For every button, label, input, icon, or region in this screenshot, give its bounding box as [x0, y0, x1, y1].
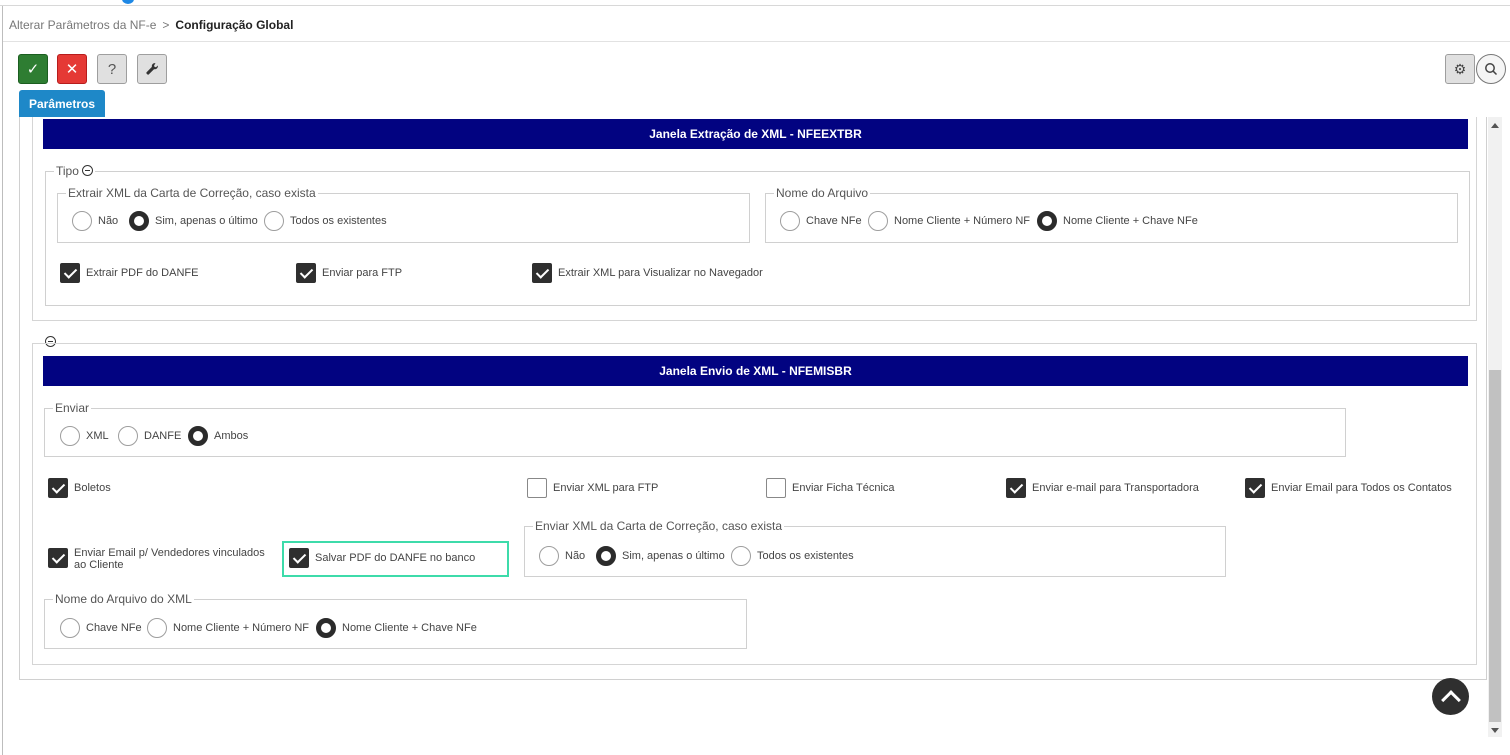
tab-parametros[interactable]: Parâmetros	[19, 90, 105, 117]
breadcrumb-parent[interactable]: Alterar Parâmetros da NF-e	[9, 18, 156, 32]
tipo-legend: Tipo	[56, 164, 79, 178]
radio-circle[interactable]	[731, 546, 751, 566]
search-button[interactable]	[1476, 54, 1506, 84]
question-icon: ?	[107, 60, 117, 78]
checkbox-checked[interactable]	[532, 263, 552, 283]
radio-nome-xml-chave[interactable]: Chave NFe	[60, 618, 142, 638]
check-email-todos-contatos[interactable]: Enviar Email para Todos os Contatos	[1245, 478, 1452, 498]
radio-circle[interactable]	[264, 211, 284, 231]
logo-dot	[122, 0, 134, 4]
radio-enviar-carta-sim[interactable]: Sim, apenas o último	[596, 546, 725, 566]
checkbox-checked[interactable]	[48, 478, 68, 498]
radio-circle-selected[interactable]	[129, 211, 149, 231]
check-enviar-ftp[interactable]: Enviar para FTP	[296, 263, 402, 283]
tools-button[interactable]	[137, 54, 167, 84]
confirm-button[interactable]: ✓	[18, 54, 48, 84]
scroll-down-icon[interactable]	[1491, 728, 1499, 733]
nome-arquivo-legend: Nome do Arquivo	[776, 186, 869, 200]
left-border	[2, 6, 3, 755]
radio-nome-cliente-numero[interactable]: Nome Cliente + Número NF	[868, 211, 1030, 231]
check-enviar-ficha-tecnica[interactable]: Enviar Ficha Técnica	[766, 478, 895, 498]
breadcrumb-separator: >	[162, 18, 170, 32]
check-extrair-pdf[interactable]: Extrair PDF do DANFE	[60, 263, 198, 283]
checkbox-checked[interactable]	[1006, 478, 1026, 498]
close-icon: ✕	[65, 61, 79, 78]
nome-arquivo-xml-legend: Nome do Arquivo do XML	[55, 592, 192, 606]
radio-extrair-carta-todos[interactable]: Todos os existentes	[264, 211, 387, 231]
radio-enviar-ambos[interactable]: Ambos	[188, 426, 248, 446]
cancel-button[interactable]: ✕	[57, 54, 87, 84]
collapse-tipo-icon[interactable]	[81, 165, 93, 176]
radio-circle-selected[interactable]	[596, 546, 616, 566]
radio-nome-xml-cliente-chave[interactable]: Nome Cliente + Chave NFe	[316, 618, 477, 638]
check-email-transportadora[interactable]: Enviar e-mail para Transportadora	[1006, 478, 1199, 498]
radio-circle[interactable]	[868, 211, 888, 231]
checkbox-checked[interactable]	[48, 548, 68, 568]
section-extracao-title: Janela Extração de XML - NFEEXTBR	[43, 119, 1468, 149]
radio-circle[interactable]	[147, 618, 167, 638]
breadcrumb-divider	[3, 41, 1510, 42]
radio-circle-selected[interactable]	[316, 618, 336, 638]
breadcrumb-current: Configuração Global	[175, 18, 294, 32]
scroll-up-icon[interactable]	[1491, 123, 1499, 128]
radio-nome-cliente-chave[interactable]: Nome Cliente + Chave NFe	[1037, 211, 1198, 231]
radio-circle-selected[interactable]	[188, 426, 208, 446]
breadcrumb: Alterar Parâmetros da NF-e > Configuração …	[9, 18, 293, 32]
radio-circle-selected[interactable]	[1037, 211, 1057, 231]
radio-circle[interactable]	[60, 426, 80, 446]
check-boletos[interactable]: Boletos	[48, 478, 111, 498]
radio-circle[interactable]	[72, 211, 92, 231]
section-envio-title: Janela Envio de XML - NFEMISBR	[43, 356, 1468, 386]
radio-extrair-carta-nao[interactable]: Não	[72, 211, 118, 231]
check-icon: ✓	[26, 61, 40, 78]
radio-enviar-danfe[interactable]: DANFE	[118, 426, 181, 446]
radio-enviar-carta-todos[interactable]: Todos os existentes	[731, 546, 854, 566]
checkbox-unchecked[interactable]	[527, 478, 547, 498]
radio-circle[interactable]	[118, 426, 138, 446]
check-email-vendedores[interactable]: Enviar Email p/ Vendedores vinculados ao…	[48, 547, 268, 571]
radio-enviar-xml[interactable]: XML	[60, 426, 109, 446]
radio-nome-chave[interactable]: Chave NFe	[780, 211, 862, 231]
radio-circle[interactable]	[60, 618, 80, 638]
wrench-icon	[146, 63, 158, 75]
checkbox-checked[interactable]	[296, 263, 316, 283]
checkbox-unchecked[interactable]	[766, 478, 786, 498]
help-button[interactable]: ?	[97, 54, 127, 84]
check-salvar-pdf-danfe[interactable]: Salvar PDF do DANFE no banco	[289, 548, 475, 568]
settings-button[interactable]: ⚙	[1445, 54, 1475, 84]
vertical-scrollbar[interactable]	[1488, 117, 1502, 737]
back-to-top-button[interactable]	[1432, 678, 1469, 715]
radio-circle[interactable]	[780, 211, 800, 231]
checkbox-checked[interactable]	[60, 263, 80, 283]
radio-nome-xml-cliente-numero[interactable]: Nome Cliente + Número NF	[147, 618, 309, 638]
top-strip	[0, 0, 1510, 6]
scroll-thumb[interactable]	[1489, 370, 1501, 722]
search-icon	[1485, 63, 1498, 76]
checkbox-checked[interactable]	[1245, 478, 1265, 498]
checkbox-checked[interactable]	[289, 548, 309, 568]
check-enviar-xml-ftp[interactable]: Enviar XML para FTP	[527, 478, 658, 498]
extrair-carta-legend: Extrair XML da Carta de Correção, caso e…	[68, 186, 316, 200]
enviar-legend: Enviar	[55, 401, 90, 415]
gear-icon: ⚙	[1453, 60, 1467, 77]
radio-enviar-carta-nao[interactable]: Não	[539, 546, 585, 566]
check-extrair-xml-navegador[interactable]: Extrair XML para Visualizar no Navegador	[532, 263, 763, 283]
radio-circle[interactable]	[539, 546, 559, 566]
radio-extrair-carta-sim[interactable]: Sim, apenas o último	[129, 211, 258, 231]
enviar-carta-legend: Enviar XML da Carta de Correção, caso ex…	[535, 519, 783, 533]
